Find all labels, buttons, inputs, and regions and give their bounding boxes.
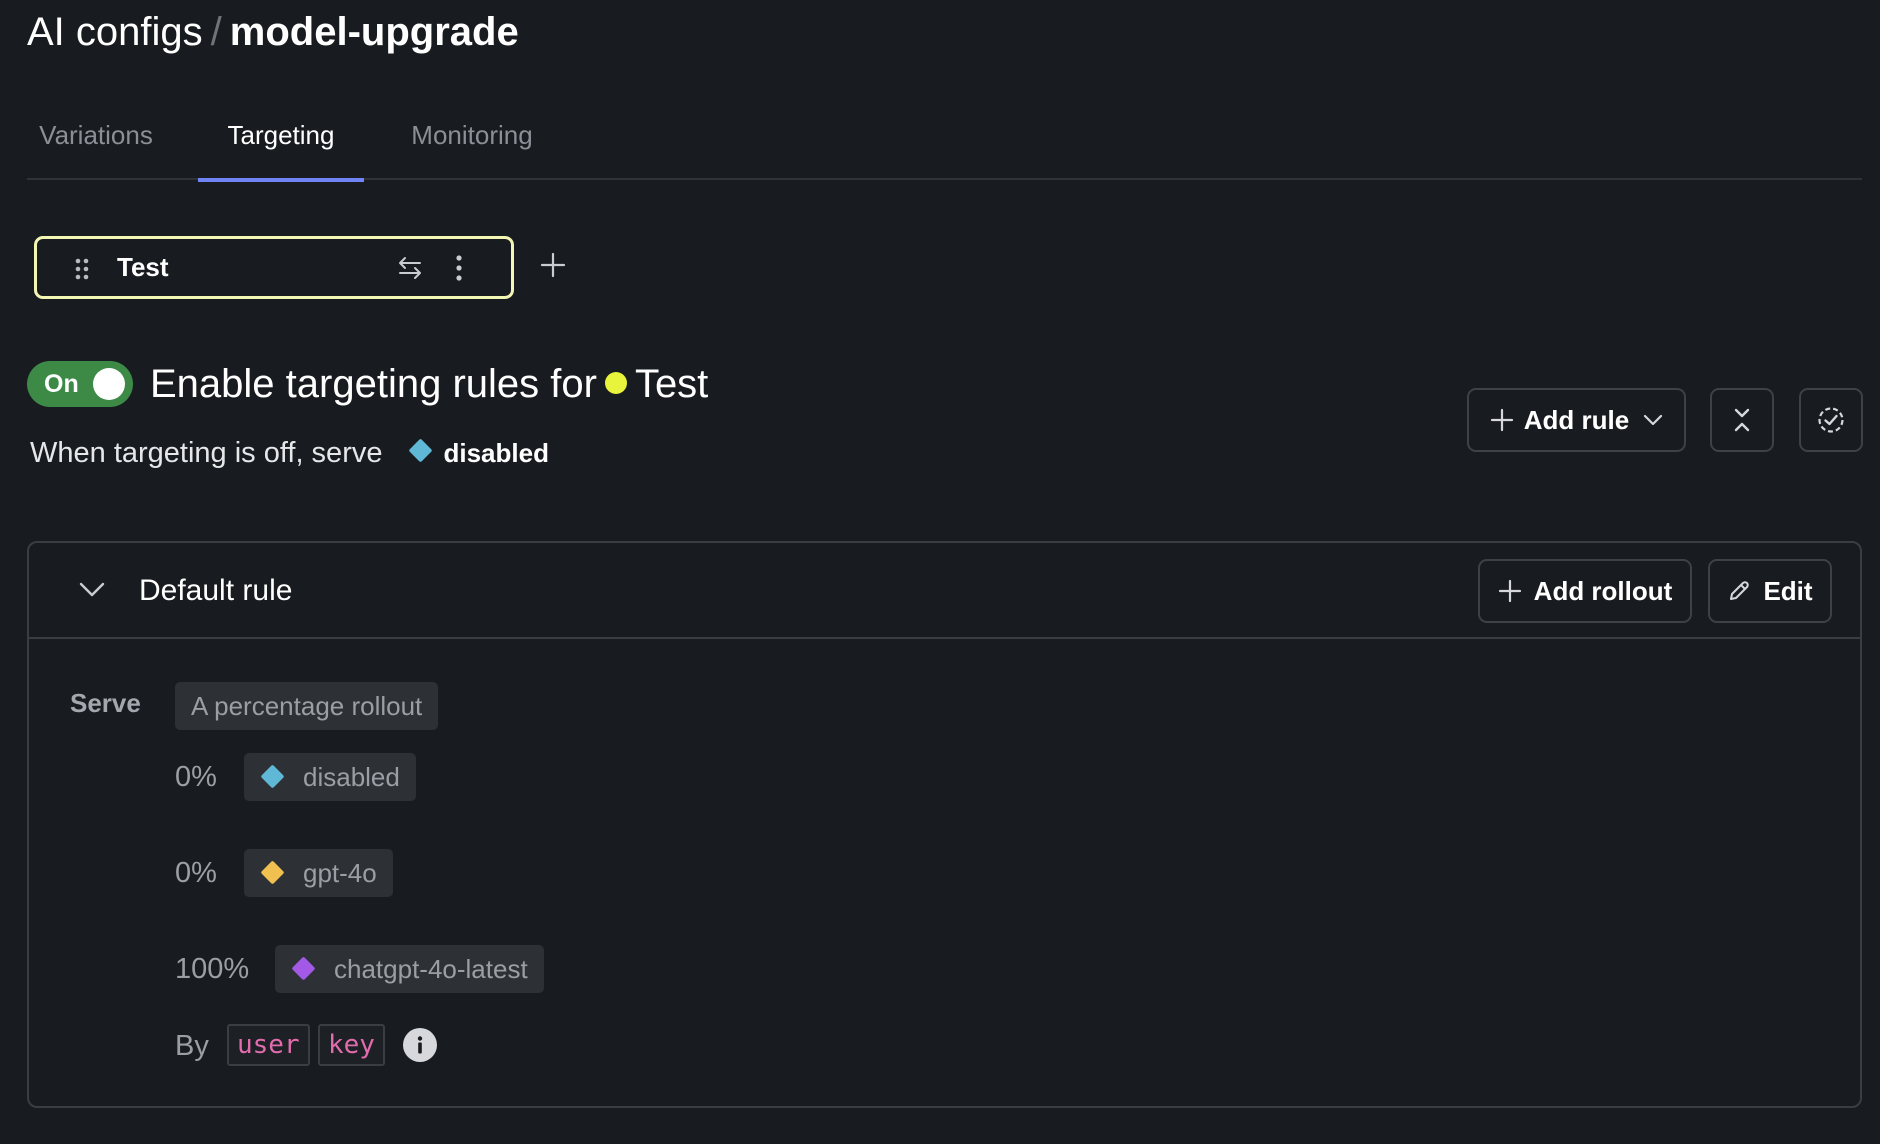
- variation-diamond-icon: [408, 438, 434, 463]
- rollout-variation-name: chatgpt-4o-latest: [334, 954, 528, 984]
- rollout-percent: 0%: [175, 857, 217, 889]
- rollout-variation-name: gpt-4o: [303, 858, 377, 888]
- edit-button[interactable]: Edit: [1708, 559, 1832, 623]
- drag-handle-icon[interactable]: [75, 258, 89, 280]
- environment-color-dot: [604, 372, 627, 394]
- page-title: AI configs / model-upgrade: [27, 6, 519, 58]
- rollout-percent: 100%: [175, 953, 250, 985]
- rollout-variation-pill: gpt-4o: [244, 849, 393, 897]
- breadcrumb-parent[interactable]: AI configs: [27, 10, 203, 54]
- collapse-all-icon: [1734, 408, 1750, 432]
- heading-environment: Test: [634, 362, 709, 406]
- default-rule-card: Default rule Add rollout Edit Serve A pe…: [27, 541, 1862, 1108]
- default-rule-header: Default rule Add rollout Edit: [29, 543, 1860, 639]
- tab-bar: Variations Targeting Monitoring: [27, 110, 1862, 182]
- dashed-check-circle-icon: [1818, 407, 1844, 433]
- kebab-menu-icon[interactable]: [455, 255, 463, 281]
- tab-variations[interactable]: Variations: [27, 110, 165, 180]
- rollout-variation-pill: disabled: [244, 753, 416, 801]
- environment-chip-label: Test: [117, 252, 169, 282]
- off-serve-text: When targeting is off, serve: [30, 437, 383, 469]
- plus-icon: [1490, 408, 1513, 432]
- swap-arrows-icon[interactable]: [397, 255, 423, 281]
- info-icon[interactable]: [403, 1028, 437, 1062]
- environment-chip[interactable]: Test: [34, 236, 514, 299]
- review-button[interactable]: [1799, 388, 1863, 452]
- toggle-label: On: [44, 370, 79, 398]
- targeting-toggle[interactable]: On: [27, 361, 133, 407]
- variation-diamond-icon: [291, 956, 316, 981]
- rollout-variation-name: disabled: [303, 762, 400, 792]
- add-rule-label: Add rule: [1523, 404, 1630, 435]
- toggle-knob: [93, 368, 125, 400]
- add-rule-button[interactable]: Add rule: [1467, 388, 1686, 452]
- pencil-icon: [1730, 581, 1750, 600]
- collapse-all-button[interactable]: [1710, 388, 1774, 452]
- rollout-percent: 0%: [175, 761, 217, 793]
- serve-label: Serve: [70, 688, 141, 718]
- add-rollout-label: Add rollout: [1533, 575, 1673, 606]
- bucket-by-label: By: [175, 1030, 209, 1062]
- tab-targeting[interactable]: Targeting: [198, 110, 364, 182]
- chevron-down-icon[interactable]: [77, 579, 107, 601]
- bucket-attribute: key: [318, 1024, 385, 1066]
- breadcrumb-current: model-upgrade: [229, 10, 519, 54]
- add-environment-plus-icon[interactable]: [538, 250, 568, 280]
- tab-monitoring[interactable]: Monitoring: [387, 110, 557, 180]
- targeting-heading: Enable targeting rules for Test: [150, 357, 708, 411]
- add-rollout-button[interactable]: Add rollout: [1478, 559, 1692, 623]
- plus-icon: [1498, 579, 1521, 603]
- default-rule-title: Default rule: [139, 574, 293, 607]
- off-variation-line: When targeting is off, serve disabled: [30, 433, 549, 473]
- breadcrumb-separator: /: [210, 10, 222, 54]
- chevron-down-icon: [1644, 414, 1663, 426]
- heading-text: Enable targeting rules for: [150, 362, 597, 406]
- serve-type-pill: A percentage rollout: [175, 682, 439, 730]
- bucket-context-kind: user: [227, 1024, 310, 1066]
- variation-diamond-icon: [260, 764, 285, 789]
- rollout-variation-pill: chatgpt-4o-latest: [275, 945, 544, 993]
- edit-label: Edit: [1763, 575, 1813, 606]
- variation-diamond-icon: [260, 860, 285, 885]
- off-variation-name: disabled: [443, 438, 549, 468]
